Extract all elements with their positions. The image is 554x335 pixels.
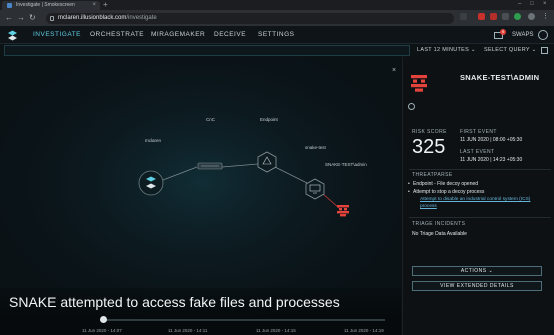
close-graph-icon[interactable]: ×	[392, 67, 396, 74]
timeline-tick: 11 Jun 2020 - 14:15	[256, 328, 296, 333]
threat-link[interactable]: Attempt to disable an industrial control…	[420, 197, 530, 202]
browser-tab[interactable]: Investigate | Smokescreen ×	[2, 1, 100, 10]
node-label: Endpoint	[260, 117, 278, 122]
bookmark-star-icon[interactable]	[460, 13, 467, 20]
maximize-button[interactable]: □	[530, 0, 534, 9]
threat-link-cont[interactable]: process	[420, 204, 437, 209]
time-range-dropdown[interactable]: LAST 12 MINUTES ⌄	[417, 44, 476, 57]
save-icon[interactable]	[541, 47, 548, 54]
close-window-button[interactable]: ×	[543, 0, 547, 9]
entity-detail-panel: SNAKE-TEST\ADMIN RISK SCORE 325 FIRST EV…	[402, 57, 554, 335]
nav-miragemaker[interactable]: MIRAGEMAKER	[151, 26, 205, 44]
node-label: snake-test	[305, 145, 326, 150]
node-label: mclaren	[145, 138, 162, 143]
compass-icon[interactable]	[408, 103, 415, 110]
smokescreen-logo-icon[interactable]	[6, 29, 19, 42]
threatparse-label: THREATPARSE	[412, 172, 453, 178]
node-label: SNAKE-TEST\admin	[325, 162, 367, 167]
url-field[interactable]: mclaren.illusionblack.com/investigate	[46, 13, 454, 24]
timeline-track[interactable]	[100, 319, 385, 321]
forward-icon[interactable]: →	[17, 12, 25, 24]
entity-title: SNAKE-TEST\ADMIN	[460, 73, 540, 82]
nav-deceive[interactable]: DECEIVE	[214, 26, 246, 44]
app-header: INVESTIGATE ORCHESTRATE MIRAGEMAKER DECE…	[0, 26, 554, 44]
tab-title: Investigate | Smokescreen	[16, 2, 75, 8]
search-input[interactable]	[4, 45, 410, 56]
notification-badge: 9	[500, 29, 506, 35]
nav-settings[interactable]: SETTINGS	[258, 26, 295, 44]
lock-icon	[50, 16, 54, 21]
minimize-button[interactable]: –	[518, 0, 521, 9]
timeline-tick: 11 Jun 2020 - 14:07	[82, 328, 122, 333]
video-caption: SNAKE attempted to access fake files and…	[9, 294, 340, 310]
timeline-tick: 11 Jun 2020 - 14:19	[344, 328, 384, 333]
triage-label: TRIAGE INCIDENTS	[412, 221, 466, 227]
nav-orchestrate[interactable]: ORCHESTRATE	[90, 26, 144, 44]
threat-item: Endpoint - File decoy opened	[408, 181, 478, 187]
risk-score-value: 325	[412, 136, 446, 158]
address-bar: ← → ↻ mclaren.illusionblack.com/investig…	[0, 10, 554, 26]
user-avatar-icon[interactable]	[538, 30, 548, 40]
last-event-value: 11 JUN 2020 | 14:23 +05:30	[460, 157, 523, 163]
reload-icon[interactable]: ↻	[29, 12, 36, 24]
snake-user-icon	[411, 75, 427, 92]
extension-icon[interactable]	[490, 13, 497, 20]
first-event-label: FIRST EVENT	[460, 129, 497, 135]
divider	[409, 169, 551, 170]
nav-investigate[interactable]: INVESTIGATE	[33, 26, 81, 44]
new-tab-button[interactable]: +	[103, 0, 108, 9]
node-mclaren[interactable]	[138, 170, 164, 196]
risk-score-label: RISK SCORE	[412, 129, 447, 135]
profile-icon[interactable]	[528, 13, 535, 20]
tab-close-icon[interactable]: ×	[92, 1, 96, 10]
first-event-value: 11 JUN 2020 | 08:00 +05:30	[460, 137, 523, 143]
browser-tab-bar: Investigate | Smokescreen × + – □ ×	[0, 0, 554, 10]
threat-item: Attempt to stop a decoy process	[408, 189, 484, 195]
actions-button[interactable]: ACTIONS ⌄	[412, 266, 542, 276]
menu-icon[interactable]: ⋮	[542, 13, 549, 20]
triage-value: No Triage Data Available	[412, 231, 467, 237]
favicon-icon	[7, 3, 12, 8]
extension-icon[interactable]	[478, 13, 485, 20]
url-host: mclaren.illusionblack.com	[58, 15, 127, 21]
select-query-dropdown[interactable]: SELECT QUERY ⌄	[484, 44, 537, 57]
back-icon[interactable]: ←	[5, 12, 13, 24]
swaps-label[interactable]: SWAPS	[512, 26, 533, 44]
divider	[409, 217, 551, 218]
last-event-label: LAST EVENT	[460, 149, 495, 155]
view-extended-details-button[interactable]: VIEW EXTENDED DETAILS	[412, 281, 542, 291]
url-path: /investigate	[126, 15, 157, 21]
extension-icon[interactable]	[502, 13, 509, 20]
node-label: CnC	[206, 117, 216, 122]
extension-icon[interactable]	[514, 13, 521, 20]
timeline-tick: 11 Jun 2020 - 14:11	[168, 328, 208, 333]
timeline-slider-handle[interactable]	[100, 316, 107, 323]
search-row: LAST 12 MINUTES ⌄ SELECT QUERY ⌄	[0, 44, 554, 57]
node-cnc[interactable]	[197, 162, 223, 170]
